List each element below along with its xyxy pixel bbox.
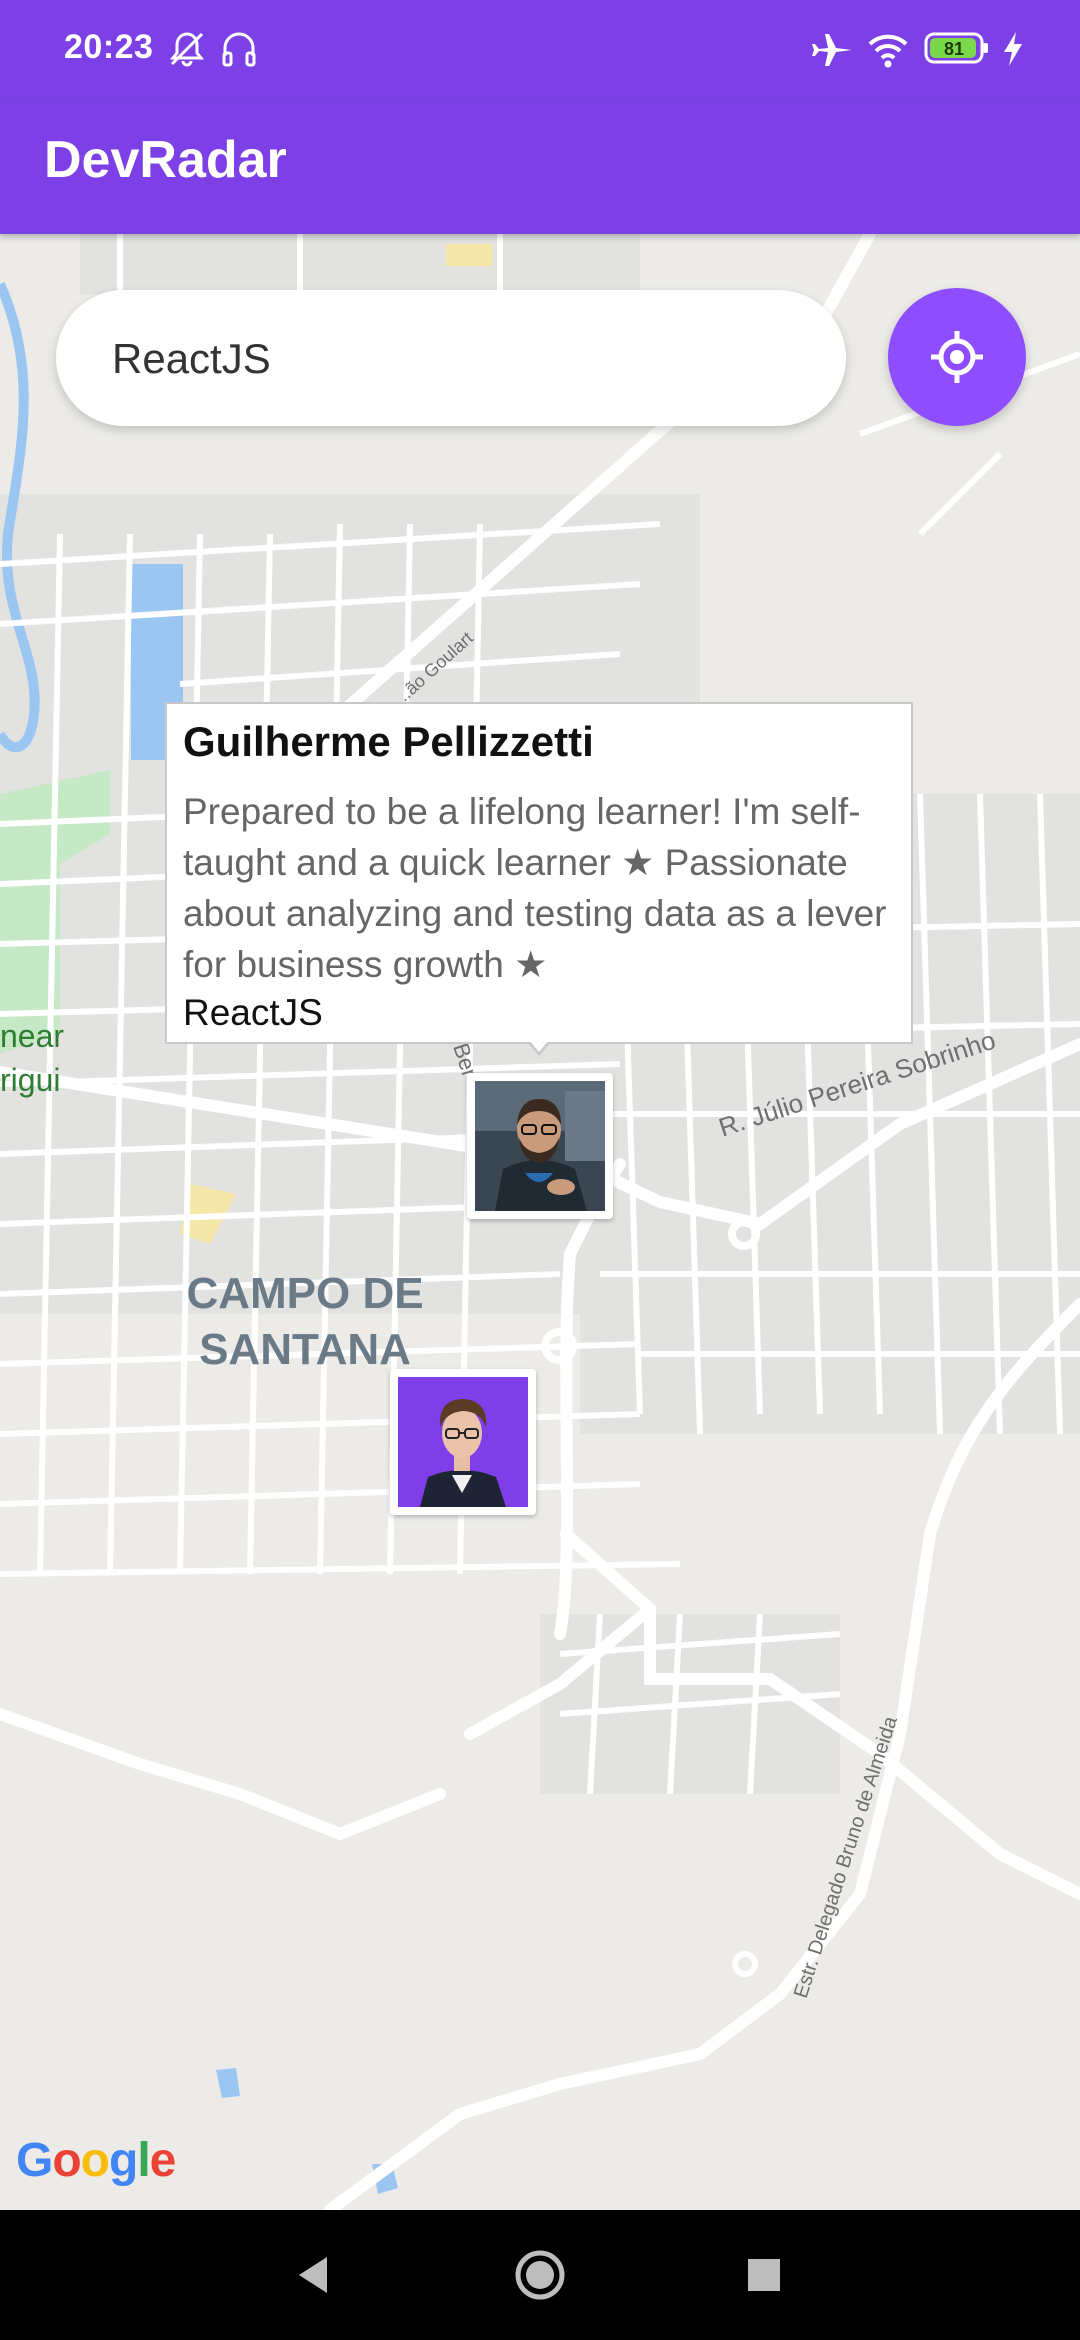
home-icon [515,2250,565,2300]
park-label-line1: near [0,1018,65,1054]
google-logo-text: Google [16,2134,176,2187]
dev-techs: ReactJS [183,992,323,1033]
map-view[interactable]: CAMPO DE SANTANA R. Júlio Pereira Sobrin… [0,234,1080,2210]
neighborhood-label-line1: CAMPO DE [186,1269,424,1318]
dev-callout[interactable]: Guilherme Pellizzetti Prepared to be a l… [165,702,913,1044]
park-label-line2: rigui [0,1062,61,1098]
charging-icon [1000,28,1026,75]
headset-icon [218,28,260,75]
locate-button[interactable] [888,288,1026,426]
wifi-icon [866,28,910,77]
avatar [398,1377,528,1507]
park-label: near rigui [0,1014,64,1102]
neighborhood-label: CAMPO DE SANTANA [180,1266,430,1378]
battery-level: 81 [944,39,964,59]
search-input[interactable] [110,326,814,392]
dev-bio: Prepared to be a lifelong learner! I'm s… [183,791,887,985]
google-logo: Google [16,2132,177,2200]
dev-name: Guilherme Pellizzetti [183,718,594,765]
app-bar: DevRadar [0,100,1080,234]
back-icon [299,2257,327,2293]
status-bar: 20:23 81 [0,0,1080,100]
battery-icon: 81 [924,32,990,69]
marker-guilherme[interactable] [467,1073,613,1219]
search-bar[interactable] [56,290,846,426]
back-button[interactable] [243,2210,383,2340]
status-time: 20:23 [64,28,154,66]
airplane-icon [812,28,856,77]
my-location-icon [931,331,983,383]
callout-tail-fill [529,1040,549,1052]
mute-icon [166,28,208,75]
recents-button[interactable] [694,2210,834,2340]
marker-second-dev[interactable] [390,1369,536,1515]
recents-icon [748,2259,780,2291]
avatar [475,1081,605,1211]
app-title: DevRadar [44,131,287,189]
system-nav-bar [0,2210,1080,2340]
map-base [0,234,1080,2210]
home-button[interactable] [470,2210,610,2340]
